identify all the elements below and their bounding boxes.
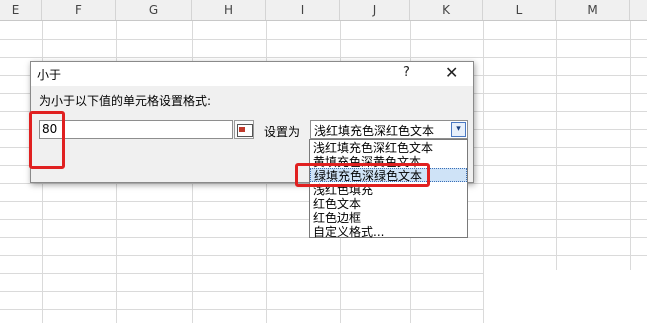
dialog-title: 小于 — [37, 68, 62, 82]
threshold-value-input[interactable]: 80 — [39, 120, 233, 139]
help-icon[interactable]: ? — [403, 65, 410, 80]
blank-area — [484, 270, 647, 323]
column-header-i[interactable]: I — [266, 0, 340, 20]
value-highlight-box — [29, 111, 65, 169]
dialog-titlebar[interactable]: 小于 ? ✕ — [31, 62, 473, 86]
format-label: 设置为 — [264, 125, 301, 139]
column-header-g[interactable]: G — [116, 0, 192, 20]
column-header-j[interactable]: J — [340, 0, 410, 20]
column-header-m[interactable]: M — [556, 0, 630, 20]
chevron-down-icon[interactable]: ▾ — [451, 122, 466, 137]
dropdown-item-red-text[interactable]: 红色文本 — [310, 197, 467, 211]
format-select-value: 浅红填充色深红色文本 — [314, 124, 435, 138]
column-header-f[interactable]: F — [42, 0, 116, 20]
format-select[interactable]: 浅红填充色深红色文本 ▾ — [310, 120, 468, 139]
range-select-icon[interactable] — [234, 120, 254, 139]
dropdown-item-custom-format[interactable]: 自定义格式... — [310, 225, 467, 239]
condition-prompt: 为小于以下值的单元格设置格式: — [39, 94, 212, 108]
column-header-bar: E F G H I J K L M — [0, 0, 647, 21]
format-dropdown-list: 浅红填充色深红色文本 黄填充色深黄色文本 绿填充色深绿色文本 浅红色填充 红色文… — [309, 139, 468, 239]
column-header-h[interactable]: H — [192, 0, 266, 20]
dropdown-item-light-red[interactable]: 浅红填充色深红色文本 — [310, 141, 467, 155]
column-header-e[interactable]: E — [0, 0, 42, 20]
dropdown-item-red-border[interactable]: 红色边框 — [310, 211, 467, 225]
column-header-k[interactable]: K — [410, 0, 483, 20]
option-highlight-box — [295, 163, 430, 187]
close-icon[interactable]: ✕ — [445, 63, 458, 82]
column-header-l[interactable]: L — [483, 0, 556, 20]
